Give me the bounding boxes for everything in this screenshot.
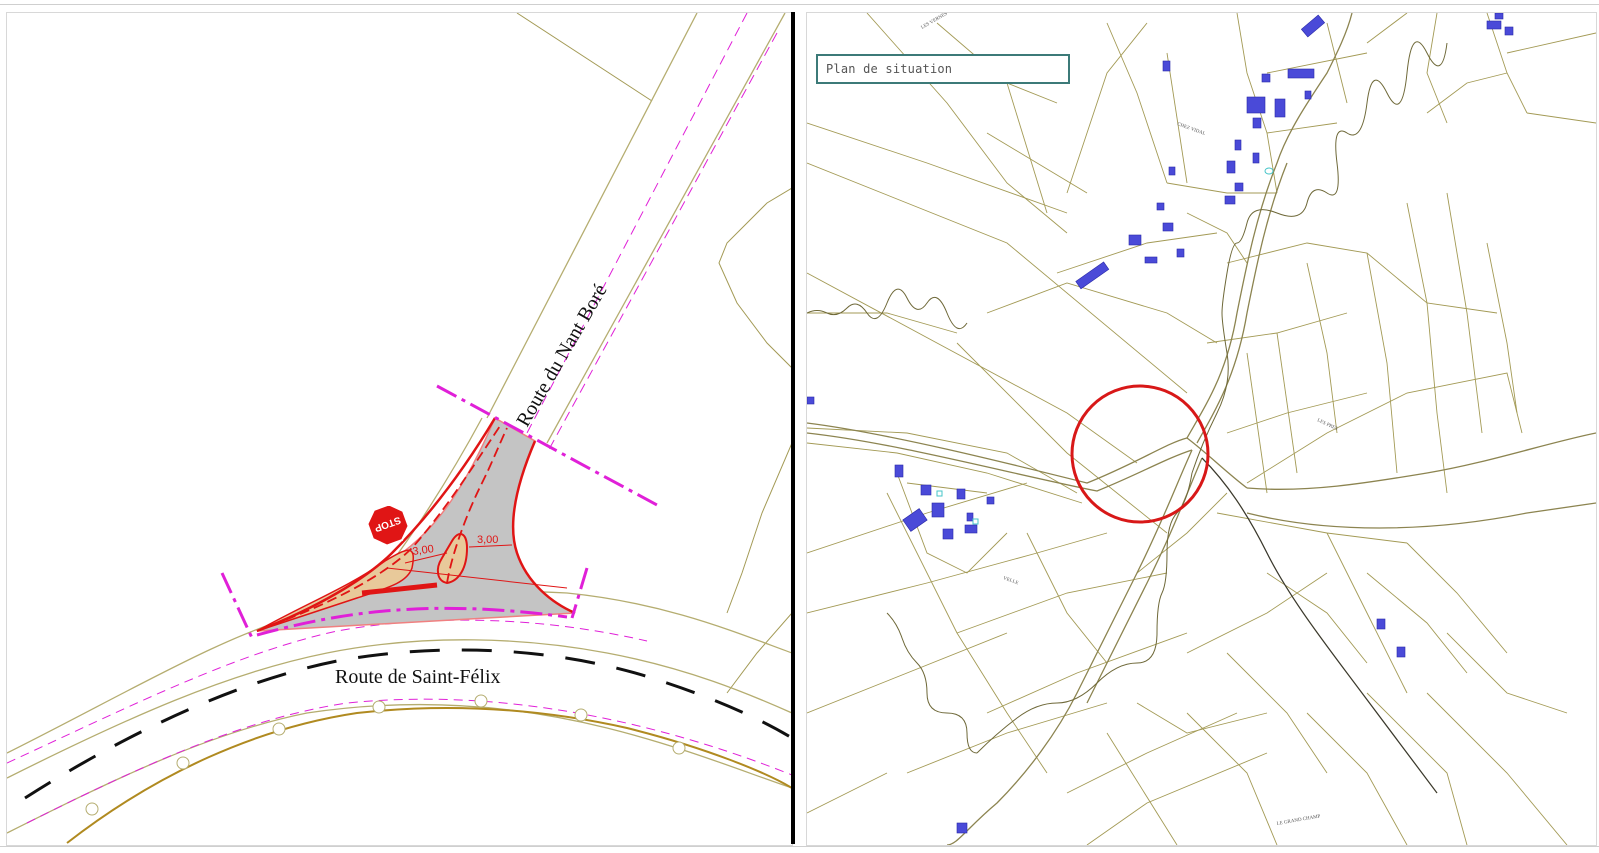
saint-felix-dashed-south [26,698,792,824]
stop-sign-icon: STOP [366,503,410,547]
place-label-chez-vidal: CHEZ VIDAL [1176,122,1206,137]
junction-detail-svg: 3,00 3,00 STOP Route du Nant Boré Route … [7,13,792,844]
saint-felix-road-edges [7,590,792,834]
situation-plan-svg: LES VERNES CHEZ VIDAL LES PRES VELLE LE … [807,13,1596,845]
embankment-curve [66,707,792,844]
saint-felix-dashed-north [7,619,648,764]
main-roads [807,13,1596,845]
situation-plan-map[interactable]: LES VERNES CHEZ VIDAL LES PRES VELLE LE … [806,12,1597,846]
sheet-bottom-border [0,846,1599,847]
place-label-le-grand-champ: LE GRAND CHAMP [1276,814,1321,827]
situation-plan-title: Plan de situation [816,54,1070,84]
road-label-saint-felix: Route de Saint-Félix [335,666,501,688]
paved-junction-area [256,416,576,632]
sheet-top-border [0,4,1599,5]
dimension-label-2: 3,00 [477,534,498,546]
nant-bore-axis-dashed [526,13,778,454]
small-water-features [936,167,1274,525]
place-labels: LES VERNES CHEZ VIDAL LES PRES VELLE LE … [921,13,1339,827]
road-label-nant-bore: Route du Nant Boré [512,280,611,430]
project-location-circle [1070,384,1210,524]
cadastral-parcels [807,13,1596,845]
place-label-velle: VELLE [1002,576,1019,586]
drawing-sheet: 3,00 3,00 STOP Route du Nant Boré Route … [0,0,1599,853]
embankment-posts [85,694,686,816]
junction-detail-plan[interactable]: 3,00 3,00 STOP Route du Nant Boré Route … [6,12,793,846]
road-centre-thin [1201,457,1438,794]
panel-divider [791,12,795,844]
place-label-les-vernes: LES VERNES [921,13,949,31]
buildings [807,13,1514,834]
